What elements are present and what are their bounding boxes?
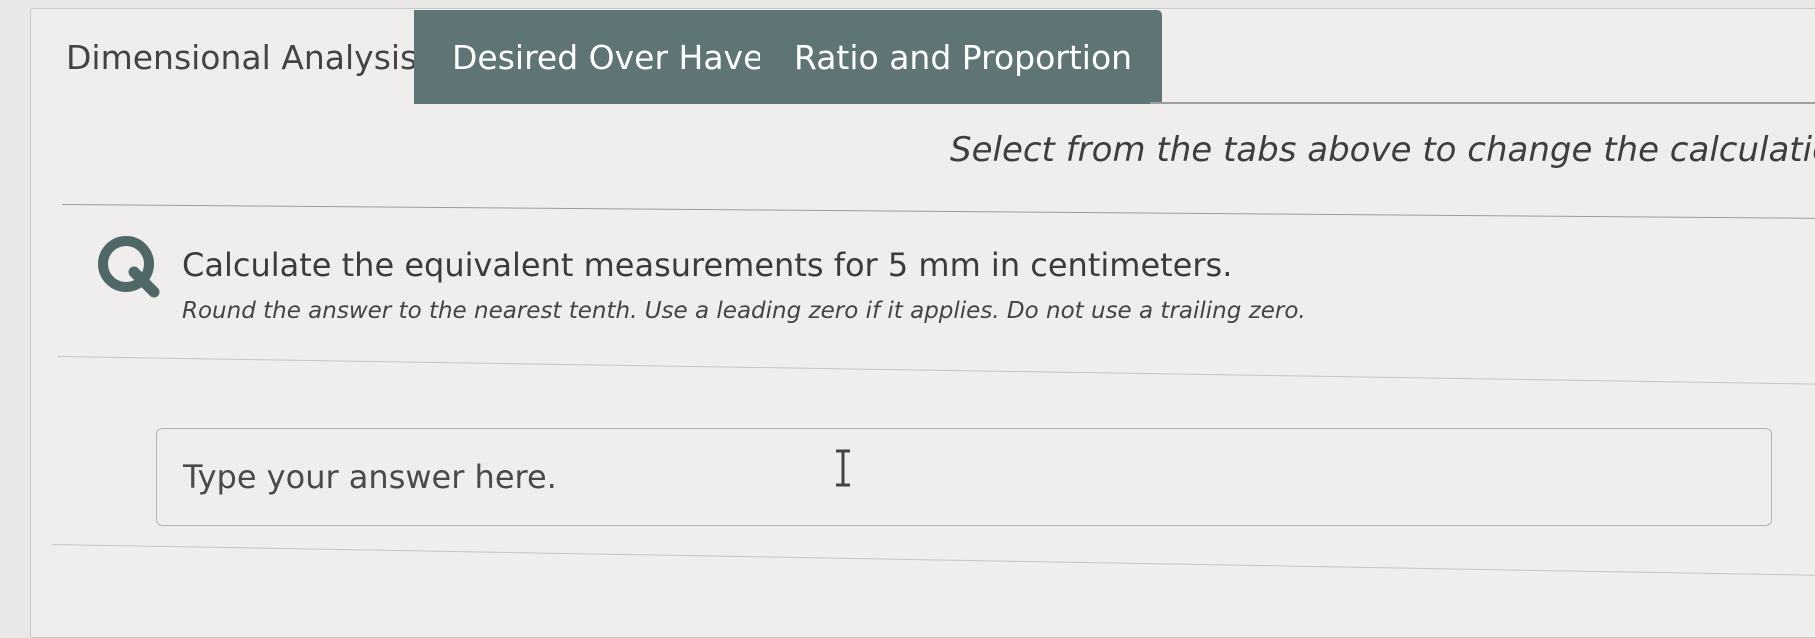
text-cursor-icon: [836, 449, 850, 487]
tab-ratio-and-proportion[interactable]: Ratio and Proportion: [760, 10, 1162, 104]
tab-label: Dimensional Analysis: [66, 37, 418, 77]
tabs-divider: [1150, 102, 1815, 104]
tab-label: Desired Over Have: [452, 37, 764, 77]
tab-desired-over-have[interactable]: Desired Over Have: [414, 10, 764, 104]
question-q-icon: [98, 236, 160, 298]
method-tabs: Dimensional Analysis Desired Over Have R…: [34, 10, 1162, 104]
answer-input[interactable]: [156, 428, 1772, 526]
question-instruction: Round the answer to the nearest tenth. U…: [182, 298, 1306, 324]
tabs-hint-text: Select from the tabs above to change the…: [950, 130, 1815, 170]
question-text: Calculate the equivalent measurements fo…: [182, 246, 1233, 284]
tab-dimensional-analysis[interactable]: Dimensional Analysis: [34, 10, 418, 104]
tab-label: Ratio and Proportion: [794, 37, 1133, 77]
